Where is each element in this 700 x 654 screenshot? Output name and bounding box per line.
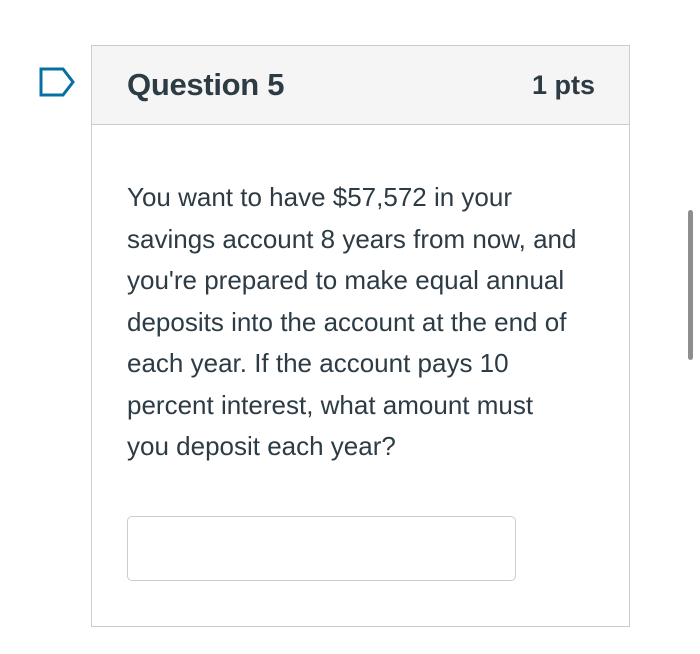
question-body: You want to have $57,572 in your savings…	[92, 125, 629, 581]
question-card: Question 5 1 pts You want to have $57,57…	[91, 45, 630, 627]
bookmark-flag-icon[interactable]	[38, 66, 76, 98]
question-text: You want to have $57,572 in your savings…	[127, 182, 577, 461]
scrollbar-thumb[interactable]	[688, 210, 693, 360]
question-title: Question 5	[127, 67, 285, 102]
question-points: 1 pts	[531, 69, 595, 100]
answer-input[interactable]	[127, 515, 516, 581]
question-header: Question 5 1 pts	[92, 46, 629, 125]
quiz-page: Question 5 1 pts You want to have $57,57…	[0, 0, 700, 654]
